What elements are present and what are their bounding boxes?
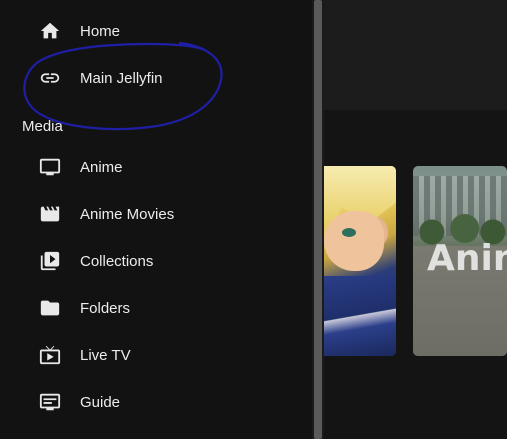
navigation-drawer: Home Main Jellyfin Media Anime Anime Mov…: [0, 0, 312, 439]
nav-item-label: Anime Movies: [80, 205, 175, 223]
nav-item-label: Folders: [80, 299, 131, 317]
movie-icon: [38, 202, 62, 226]
nav-item-label: Guide: [80, 393, 121, 411]
tv-icon: [38, 155, 62, 179]
nav-item-guide[interactable]: Guide: [0, 380, 312, 424]
scrollbar-thumb[interactable]: [314, 0, 322, 439]
home-icon: [38, 19, 62, 43]
nav-item-home[interactable]: Home: [0, 9, 312, 53]
library-card-anime[interactable]: Anim: [413, 166, 507, 356]
nav-item-anime[interactable]: Anime: [0, 145, 312, 189]
card-art-face: [324, 211, 384, 271]
nav-item-collections[interactable]: Collections: [0, 239, 312, 283]
nav-item-label: Collections: [80, 252, 154, 270]
nav-item-live-tv[interactable]: Live TV: [0, 333, 312, 377]
live-tv-icon: [38, 343, 62, 367]
section-header-media: Media: [22, 118, 63, 135]
nav-item-label: Anime: [80, 158, 123, 176]
guide-icon: [38, 390, 62, 414]
app-window: Anim Home Main Jellyfin Media Anime: [0, 0, 507, 439]
link-icon: [38, 66, 62, 90]
nav-item-label: Main Jellyfin: [80, 69, 163, 87]
nav-item-anime-movies[interactable]: Anime Movies: [0, 192, 312, 236]
card-art-eye: [342, 228, 356, 237]
card-title: Anim: [427, 238, 507, 279]
nav-item-main-jellyfin[interactable]: Main Jellyfin: [0, 56, 312, 100]
nav-item-folders[interactable]: Folders: [0, 286, 312, 330]
nav-item-label: Home: [80, 22, 121, 40]
nav-item-label: Live TV: [80, 346, 131, 364]
folder-icon: [38, 296, 62, 320]
collections-icon: [38, 249, 62, 273]
